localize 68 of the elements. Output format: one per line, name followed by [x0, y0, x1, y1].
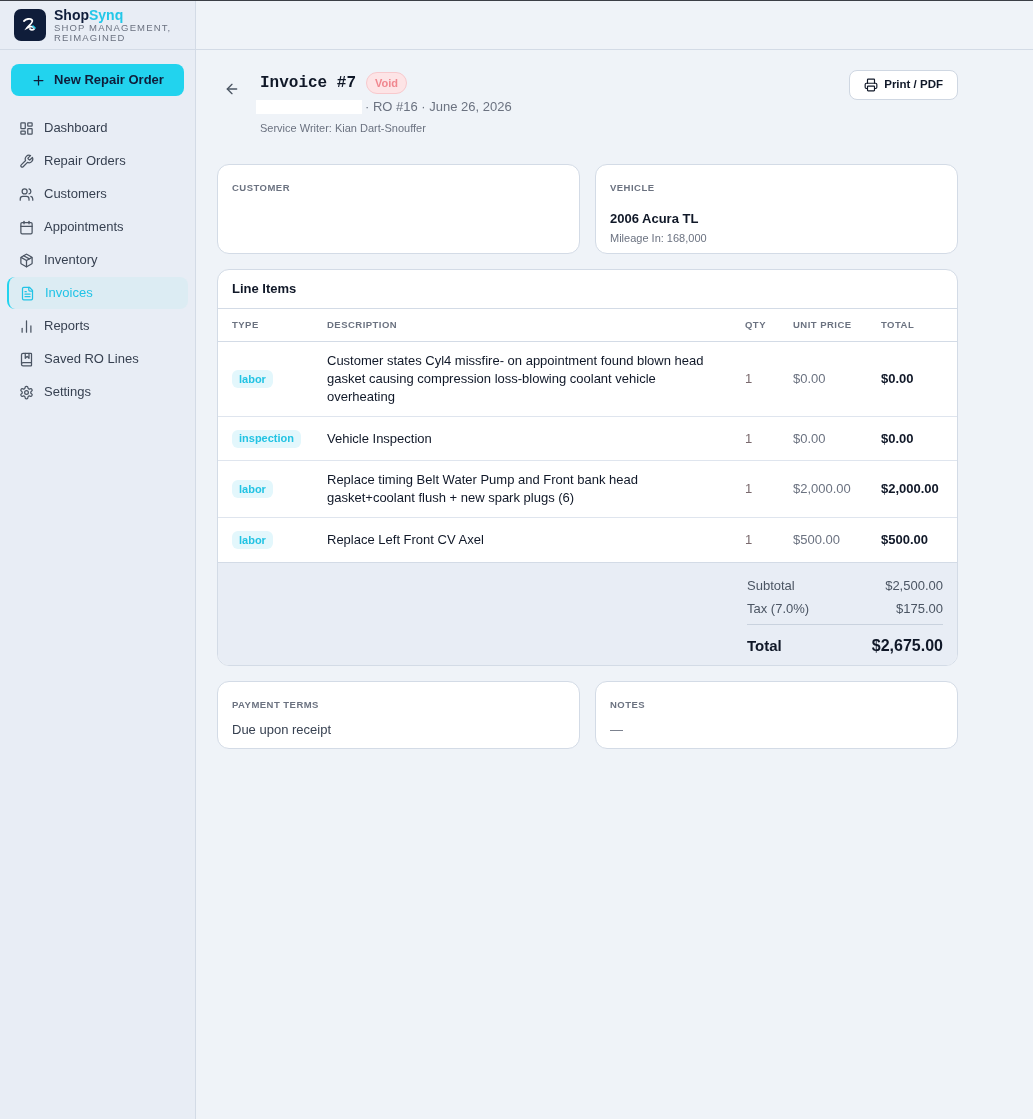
qty-cell-text: 1: [745, 531, 753, 550]
description-cell-text: Customer states Cyl4 missfire- on appointment found blown head gasket causing compression loss-blowing coolant vehicle overheating: [327, 352, 705, 406]
card-label: CUSTOMER: [232, 181, 290, 195]
brand-name: ShopSynq: [54, 7, 124, 23]
settings-icon: [19, 384, 34, 400]
box-icon: [19, 252, 34, 268]
plus-icon: [31, 72, 47, 88]
totals-label: Tax (7.0%): [747, 599, 810, 618]
users-icon: [19, 186, 34, 202]
column-header: QTY: [745, 317, 766, 332]
qty-cell-text: 1: [745, 370, 753, 389]
logo-icon: [14, 9, 46, 41]
description-cell-text: Replace timing Belt Water Pump and Front bank head gasket+coolant flush + new spark plugs (6): [327, 471, 639, 507]
invoice-title: Invoice #7: [260, 73, 356, 94]
nav-item[interactable]: Inventory: [7, 244, 188, 276]
invoice-meta: · RO #16 · June 26, 2026: [365, 98, 512, 116]
column-header: DESCRIPTION: [327, 317, 398, 332]
totals-label: Total: [747, 635, 782, 656]
bookmark-book-icon: [19, 351, 34, 367]
nav-item[interactable]: Reports: [7, 310, 188, 342]
total-cell-text: $500.00: [881, 531, 928, 550]
type-tag: labor: [232, 370, 273, 388]
total-cell-text: $0.00: [881, 429, 914, 448]
nav-item[interactable]: Repair Orders: [7, 145, 188, 177]
payment-terms-value: Due upon receipt: [232, 721, 331, 740]
bar-chart-icon: [19, 318, 34, 334]
nav-item[interactable]: Settings: [7, 376, 188, 408]
column-header: UNIT PRICE: [793, 317, 852, 332]
type-tag: labor: [232, 531, 273, 549]
document-icon: [20, 285, 35, 301]
totals-value: $2,675.00: [871, 636, 943, 656]
totals-value: $175.00: [896, 599, 943, 618]
brand-tagline: SHOP MANAGEMENT, REIMAGINED: [54, 22, 173, 43]
new-repair-order-button[interactable]: New Repair Order: [11, 64, 184, 96]
nav-item[interactable]: Customers: [7, 178, 188, 210]
vehicle-name: 2006 Acura TL: [610, 210, 699, 229]
card-label: NOTES: [610, 698, 646, 712]
dashboard-grid-icon: [19, 120, 34, 136]
unit-price-cell-text: $500.00: [793, 531, 840, 550]
nav-item[interactable]: Saved RO Lines: [7, 343, 188, 375]
unit-price-cell-text: $2,000.00: [793, 480, 851, 499]
unit-price-cell-text: $0.00: [793, 429, 826, 448]
calendar-icon: [19, 219, 34, 235]
qty-cell-text: 1: [745, 480, 753, 499]
column-header: TYPE: [232, 317, 259, 332]
column-header: TOTAL: [881, 317, 915, 332]
line-items-title: Line Items: [232, 280, 297, 299]
unit-price-cell-text: $0.00: [793, 370, 826, 389]
total-cell-text: $2,000.00: [881, 480, 939, 499]
nav-item[interactable]: Appointments: [7, 211, 188, 243]
card-label: VEHICLE: [610, 181, 655, 195]
totals-value: $2,500.00: [885, 576, 943, 595]
total-cell-text: $0.00: [881, 370, 914, 389]
service-writer: Service Writer: Kian Dart-Snouffer: [259, 120, 427, 136]
nav-item[interactable]: Dashboard: [7, 112, 188, 144]
description-cell-text: Replace Left Front CV Axel: [327, 531, 485, 549]
totals-label: Subtotal: [747, 576, 795, 595]
card-label: PAYMENT TERMS: [232, 698, 319, 712]
printer-icon: [864, 78, 879, 92]
qty-cell-text: 1: [745, 429, 753, 448]
vehicle-mileage: Mileage In: 168,000: [610, 230, 707, 246]
status-badge: Void: [366, 72, 408, 94]
type-tag: inspection: [232, 429, 301, 448]
notes-value: —: [610, 721, 623, 740]
print-button[interactable]: Print / PDF: [849, 70, 958, 100]
description-cell-text: Vehicle Inspection: [327, 429, 433, 448]
wrench-icon: [19, 153, 34, 169]
type-tag: labor: [232, 480, 273, 498]
